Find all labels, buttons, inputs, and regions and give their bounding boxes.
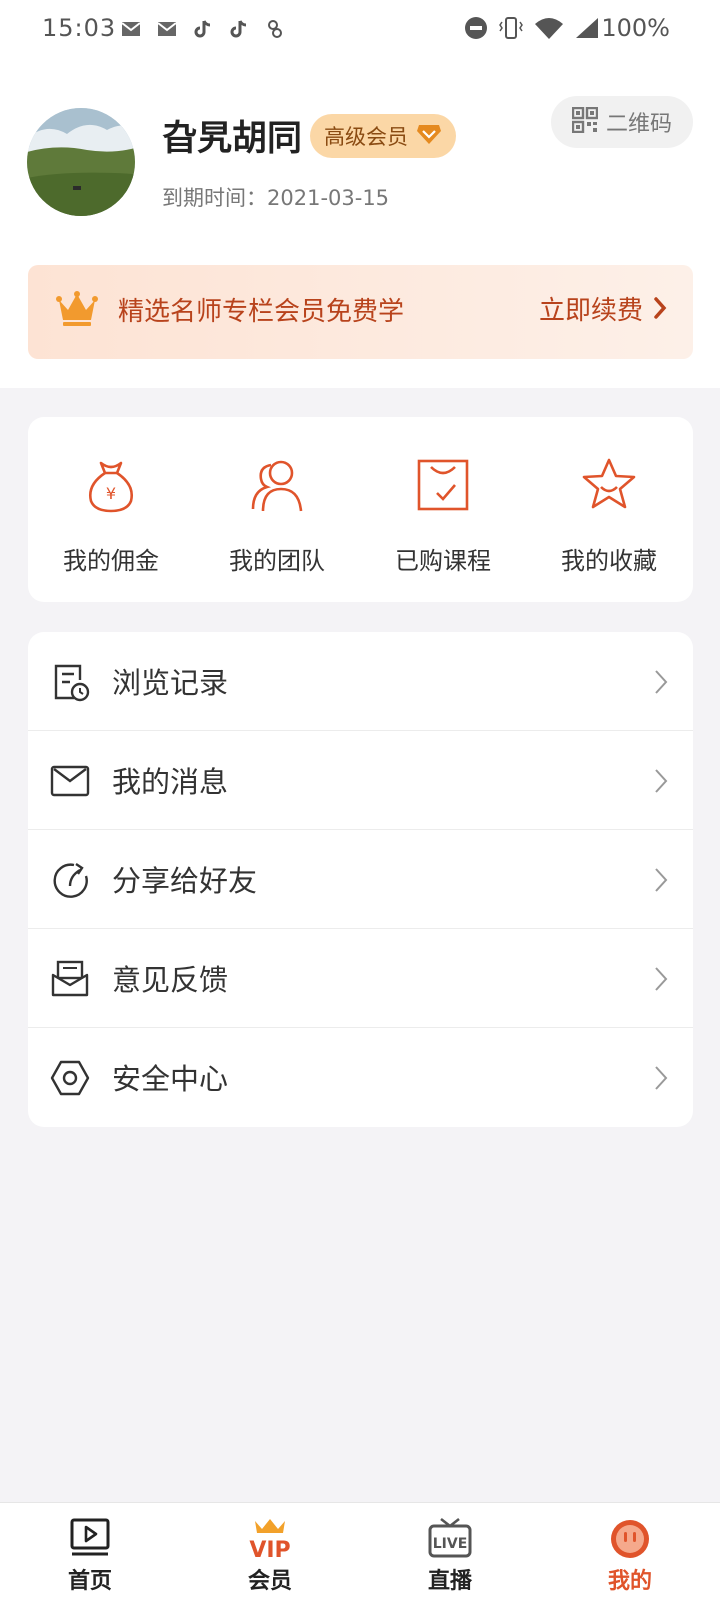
security-icon xyxy=(50,1058,90,1102)
notification-icons xyxy=(120,18,286,40)
home-play-icon xyxy=(69,1517,111,1561)
status-bar: 15:03 100% xyxy=(0,0,720,64)
svg-text:LIVE: LIVE xyxy=(433,1536,468,1552)
quick-action-label: 已购课程 xyxy=(395,547,491,575)
battery-level: 100% xyxy=(601,14,670,42)
share-icon xyxy=(50,860,90,904)
quick-action-label: 我的佣金 xyxy=(63,547,159,575)
quick-action-team[interactable]: 我的团队 xyxy=(194,417,360,602)
wifi-icon xyxy=(534,16,564,44)
promo-text: 精选名师专栏会员免费学 xyxy=(118,297,405,327)
menu-item-feedback[interactable]: 意见反馈 xyxy=(28,929,693,1028)
quick-action-commission[interactable]: ¥ 我的佣金 xyxy=(28,417,194,602)
app-icon xyxy=(264,18,286,40)
system-icons xyxy=(464,16,600,44)
renew-now-link[interactable]: 立即续费 xyxy=(539,290,643,327)
mail-icon xyxy=(156,18,178,40)
quick-actions-card: ¥ 我的佣金 我的团队 已购课程 我的收藏 xyxy=(28,417,693,602)
quick-action-label: 我的收藏 xyxy=(561,547,657,575)
diamond-icon xyxy=(416,123,442,149)
profile-face-icon xyxy=(608,1517,652,1565)
tab-live[interactable]: LIVE 直播 xyxy=(360,1503,540,1601)
chevron-right-icon xyxy=(653,767,669,799)
menu-item-label: 浏览记录 xyxy=(112,666,229,700)
tab-vip[interactable]: VIP 会员 xyxy=(180,1503,360,1601)
quick-action-favorites[interactable]: 我的收藏 xyxy=(526,417,692,602)
profile-header: 15:03 100% 旮旯胡同 高级会员 到期时间：2021-03-15 二维码… xyxy=(0,0,720,388)
chevron-right-icon xyxy=(653,866,669,898)
history-icon xyxy=(50,662,90,706)
tiktok-icon xyxy=(192,18,214,40)
menu-item-history[interactable]: 浏览记录 xyxy=(28,632,693,731)
menu-item-label: 我的消息 xyxy=(112,765,229,799)
expire-date: 到期时间：2021-03-15 xyxy=(162,186,390,210)
menu-item-security[interactable]: 安全中心 xyxy=(28,1028,693,1127)
vibrate-icon xyxy=(498,16,524,44)
money-bag-icon: ¥ xyxy=(81,455,141,519)
menu-item-label: 分享给好友 xyxy=(112,864,258,898)
svg-text:¥: ¥ xyxy=(106,484,116,503)
crown-icon xyxy=(56,290,98,332)
vip-badge: 高级会员 xyxy=(310,114,456,158)
menu-list: 浏览记录 我的消息 分享给好友 意见反馈 安全中心 xyxy=(28,632,693,1127)
quick-action-purchased-courses[interactable]: 已购课程 xyxy=(360,417,526,602)
purchased-course-icon xyxy=(413,455,473,519)
mail-icon xyxy=(120,18,142,40)
quick-action-label: 我的团队 xyxy=(229,547,325,575)
chevron-right-icon xyxy=(653,295,667,325)
bottom-tab-bar: 首页 VIP 会员 LIVE 直播 我的 xyxy=(0,1502,720,1601)
status-time: 15:03 xyxy=(42,14,117,42)
tab-label: 首页 xyxy=(67,1569,112,1594)
signal-icon xyxy=(574,16,600,44)
dnd-icon xyxy=(464,16,488,44)
vip-crown-icon: VIP xyxy=(247,1517,293,1567)
tab-home[interactable]: 首页 xyxy=(0,1503,180,1601)
qr-code-button[interactable]: 二维码 xyxy=(551,96,693,148)
tab-mine[interactable]: 我的 xyxy=(540,1503,720,1601)
tiktok-icon xyxy=(228,18,250,40)
chevron-right-icon xyxy=(653,965,669,997)
tab-label: 直播 xyxy=(427,1569,472,1594)
star-icon xyxy=(579,455,639,519)
message-icon xyxy=(50,761,90,805)
feedback-icon xyxy=(50,959,90,1003)
tab-label: 我的 xyxy=(607,1569,652,1594)
vip-badge-label: 高级会员 xyxy=(324,125,408,149)
svg-text:VIP: VIP xyxy=(249,1538,290,1563)
user-name: 旮旯胡同 xyxy=(162,119,303,159)
menu-item-messages[interactable]: 我的消息 xyxy=(28,731,693,830)
live-tv-icon: LIVE xyxy=(427,1517,473,1565)
qr-code-label: 二维码 xyxy=(605,112,672,137)
renew-promo-banner[interactable]: 精选名师专栏会员免费学 立即续费 xyxy=(28,265,693,359)
menu-item-label: 意见反馈 xyxy=(112,963,229,997)
chevron-right-icon xyxy=(653,1064,669,1096)
avatar[interactable] xyxy=(27,108,135,216)
menu-item-share[interactable]: 分享给好友 xyxy=(28,830,693,929)
menu-item-label: 安全中心 xyxy=(112,1062,229,1096)
tab-label: 会员 xyxy=(247,1569,292,1594)
qr-code-icon xyxy=(571,106,599,137)
chevron-right-icon xyxy=(653,668,669,700)
team-icon xyxy=(247,455,307,519)
